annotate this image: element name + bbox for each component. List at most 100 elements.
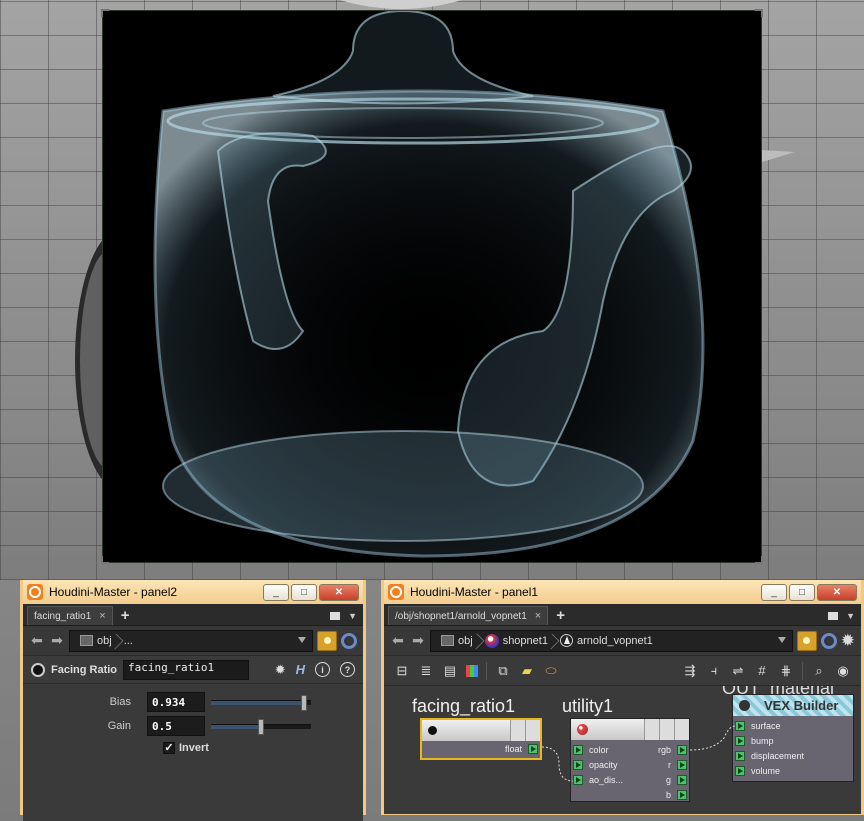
facing-ratio-node-icon	[31, 662, 45, 677]
lock-flag-icon[interactable]	[659, 719, 674, 740]
input-port[interactable]	[735, 721, 745, 731]
input-label: surface	[751, 721, 781, 731]
lock-flag-icon[interactable]	[525, 720, 540, 741]
output-port[interactable]	[528, 744, 538, 754]
list-view-icon[interactable]: ≣	[418, 663, 434, 679]
region-handle-icon[interactable]	[755, 556, 763, 564]
window-titlebar[interactable]: Houdini-Master - panel1 _ □ ✕	[384, 580, 861, 604]
render-region[interactable]	[101, 9, 763, 564]
input-port[interactable]	[735, 751, 745, 761]
crumb-shopnet[interactable]: shopnet1	[479, 631, 554, 651]
slider-handle[interactable]	[301, 694, 308, 711]
gain-slider[interactable]	[211, 718, 311, 735]
tab-label: /obj/shopnet1/arnold_vopnet1	[395, 610, 527, 622]
subnet-icon[interactable]: ⬭	[543, 663, 559, 679]
zoom-icon[interactable]: ⌕	[811, 663, 827, 679]
close-button[interactable]: ✕	[319, 583, 359, 601]
pin-icon[interactable]	[317, 630, 337, 651]
window-titlebar[interactable]: Houdini-Master - panel2 _ □ ✕	[23, 580, 363, 604]
info-icon[interactable]: i	[315, 662, 330, 677]
maximize-pane-icon[interactable]	[828, 611, 839, 620]
param-header: Facing Ratio facing_ratio1 ✹ H i ?	[23, 656, 363, 684]
maximize-pane-icon[interactable]	[330, 611, 341, 620]
network-box-icon[interactable]: ⧉	[495, 663, 511, 679]
layout-icon[interactable]: ⇶	[682, 663, 698, 679]
input-port[interactable]	[573, 745, 583, 755]
path-breadcrumb[interactable]: obj ...	[69, 629, 313, 652]
tab-arnold-vopnet[interactable]: /obj/shopnet1/arnold_vopnet1 ×	[388, 606, 549, 625]
output-label: rgb	[657, 745, 671, 755]
add-tab-button[interactable]: +	[548, 606, 573, 625]
bypass-flag-icon[interactable]	[510, 720, 525, 741]
output-port[interactable]	[677, 760, 687, 770]
region-handle-icon[interactable]	[755, 9, 763, 17]
grid-icon[interactable]: #	[754, 663, 770, 679]
back-arrow-icon[interactable]: ⬅	[29, 632, 45, 649]
region-handle-icon[interactable]	[101, 556, 109, 564]
output-label: b	[665, 790, 671, 800]
path-breadcrumb[interactable]: obj shopnet1 arnold_vopnet1	[430, 629, 793, 652]
add-tab-button[interactable]: +	[113, 606, 138, 625]
minimize-button[interactable]: _	[263, 583, 289, 601]
invert-checkbox[interactable]: ✓	[163, 742, 175, 754]
region-handle-icon[interactable]	[101, 9, 109, 17]
close-button[interactable]: ✕	[817, 583, 857, 601]
output-port[interactable]	[677, 775, 687, 785]
pin-icon[interactable]	[796, 630, 817, 651]
align-icon[interactable]: ⫞	[706, 663, 722, 679]
network-canvas[interactable]: facing_ratio1 float utility1 color opaci…	[384, 686, 861, 814]
bias-field[interactable]: 0.934	[147, 692, 205, 712]
bypass-flag-icon[interactable]	[644, 719, 659, 740]
crumb-obj[interactable]: obj	[74, 631, 118, 651]
input-port[interactable]	[573, 775, 583, 785]
output-port[interactable]	[677, 790, 687, 800]
link-group-icon[interactable]	[341, 632, 357, 649]
tab-close-icon[interactable]: ×	[99, 610, 105, 622]
crumb-obj[interactable]: obj	[435, 631, 479, 651]
gear-icon[interactable]: ✹	[841, 632, 855, 649]
out-material-node[interactable]: VEX Builder surface bump displacement vo…	[732, 694, 854, 782]
display-flag-icon[interactable]	[674, 719, 689, 740]
path-dropdown-icon[interactable]	[298, 636, 306, 643]
crumb-more[interactable]: ...	[118, 631, 139, 651]
houdini-logo-icon	[388, 584, 404, 600]
pane-tabbar: facing_ratio1 × + ▼	[23, 604, 363, 626]
output-label: g	[665, 775, 671, 785]
input-port[interactable]	[735, 736, 745, 746]
align-horizontal-icon[interactable]: ⇌	[730, 663, 746, 679]
pane-menu-icon[interactable]: ▼	[846, 611, 855, 621]
path-dropdown-icon[interactable]	[777, 636, 786, 643]
maximize-button[interactable]: □	[291, 583, 317, 601]
link-group-icon[interactable]	[820, 632, 837, 649]
help-h-icon[interactable]: H	[296, 662, 305, 677]
utility-node[interactable]: color opacity ao_dis... rgb r g b	[570, 718, 690, 802]
preview-eye-icon[interactable]: ◉	[835, 663, 851, 679]
crumb-arnold-vopnet[interactable]: arnold_vopnet1	[554, 631, 659, 651]
tab-facing-ratio[interactable]: facing_ratio1 ×	[27, 606, 113, 625]
bias-slider[interactable]	[211, 694, 311, 711]
color-palette-icon[interactable]	[466, 664, 478, 677]
network-icon	[80, 635, 93, 646]
help-icon[interactable]: ?	[340, 662, 355, 677]
tab-close-icon[interactable]: ×	[535, 610, 541, 622]
pane-menu-icon[interactable]: ▼	[348, 611, 357, 621]
input-port[interactable]	[735, 766, 745, 776]
slider-handle[interactable]	[258, 718, 264, 735]
forward-arrow-icon[interactable]: ➡	[49, 632, 65, 649]
parameter-view-icon[interactable]: ▤	[442, 663, 458, 679]
sticky-note-icon[interactable]: ▰	[519, 663, 535, 679]
maximize-button[interactable]: □	[789, 583, 815, 601]
gain-field[interactable]: 0.5	[147, 716, 205, 736]
facing-ratio-node[interactable]: float	[420, 718, 542, 760]
gear-icon[interactable]: ✹	[275, 662, 286, 678]
grid-snap-icon[interactable]: ⋕	[778, 663, 794, 679]
minimize-button[interactable]: _	[761, 583, 787, 601]
forward-arrow-icon[interactable]: ➡	[410, 632, 426, 649]
invert-toggle[interactable]: ✓ Invert	[23, 738, 363, 758]
node-name-field[interactable]: facing_ratio1	[123, 659, 250, 680]
tree-view-icon[interactable]: ⊟	[394, 663, 410, 679]
network-toolbar: ⊟ ≣ ▤ ⧉ ▰ ⬭ ⇶ ⫞ ⇌ # ⋕ ⌕ ◉	[384, 656, 861, 686]
input-port[interactable]	[573, 760, 583, 770]
back-arrow-icon[interactable]: ⬅	[390, 632, 406, 649]
output-port[interactable]	[677, 745, 687, 755]
